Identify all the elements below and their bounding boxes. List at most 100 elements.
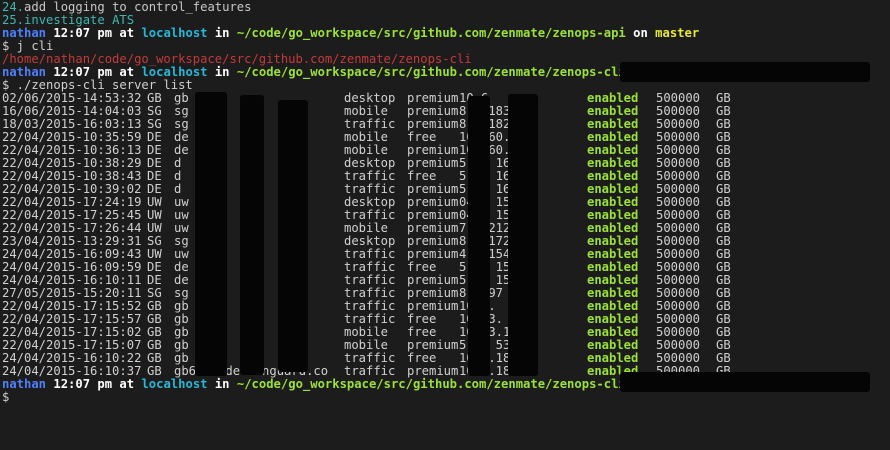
server-country: DE (147, 157, 162, 170)
redaction-mark (468, 96, 490, 376)
redaction-mark (620, 62, 870, 82)
server-country: SG (147, 118, 162, 131)
server-country: GB (147, 300, 162, 313)
server-row: 24/04/2015-16:09:59 DE de traffic free 5.10 1… (0, 261, 890, 274)
server-row: 22/04/2015-10:39:02 DE d traffic premium5.10… (0, 183, 890, 196)
server-type: desktop (344, 235, 396, 248)
prompt-in: in (214, 65, 230, 79)
history-number: 25. (2, 13, 25, 27)
server-capacity: 500000 (656, 326, 701, 339)
server-country: DE (147, 144, 162, 157)
server-unit: GB (716, 183, 731, 196)
server-plan: premium (407, 339, 459, 352)
server-plan: premium (407, 300, 459, 313)
server-row: 22/04/2015-17:26:44UWuwmobilepremium7.1 … (0, 222, 890, 235)
server-type: desktop (344, 92, 396, 105)
server-type: mobile (344, 222, 389, 235)
server-country: DE (147, 131, 162, 144)
server-status: enabled (587, 131, 639, 144)
server-plan: free (407, 313, 437, 326)
server-date: 22/04/2015-10:35:59 (2, 131, 142, 144)
server-unit: GB (716, 352, 731, 365)
server-unit: GB (716, 261, 731, 274)
server-row: 24/04/2015-16:09:43UWuwtrafficpremium4.1… (0, 248, 890, 261)
server-date: 23/04/2015-13:29:31 (2, 235, 142, 248)
server-unit: GB (716, 313, 731, 326)
server-plan: free (407, 326, 437, 339)
server-country: DE (147, 183, 162, 196)
server-date: 22/04/2015-17:15:02 (2, 326, 142, 339)
prompt-branch: master (655, 26, 700, 40)
server-row: 23/04/2015-13:29:31SGsgdesktoppremium8.1… (0, 235, 890, 248)
server-date: 24/04/2015-16:09:59 (2, 261, 142, 274)
prompt-in: in (214, 377, 230, 391)
server-status: enabled (587, 339, 639, 352)
server-status: enabled (587, 157, 639, 170)
server-country: SG (147, 235, 162, 248)
prompt-host: localhost (141, 65, 208, 79)
server-type: traffic (344, 352, 396, 365)
server-country: UW (147, 222, 162, 235)
server-unit: GB (716, 144, 731, 157)
server-capacity: 500000 (656, 274, 701, 287)
prompt-user: nathan (2, 65, 47, 79)
server-country: GB (147, 92, 162, 105)
server-date: 22/04/2015-10:39:02 (2, 183, 142, 196)
server-plan: premium (407, 248, 459, 261)
command-line[interactable]: $ (0, 391, 890, 404)
server-plan: premium (407, 196, 459, 209)
server-country: UW (147, 248, 162, 261)
prompt-user: nathan (2, 26, 47, 40)
server-type: traffic (344, 118, 396, 131)
server-status: enabled (587, 209, 639, 222)
server-date: 22/04/2015-17:15:57 (2, 313, 142, 326)
server-row: 24/04/2015-16:10:22 GB gb traffic free 10 2.1… (0, 352, 890, 365)
prompt-time: 12:07 pm (53, 65, 113, 79)
server-plan: free (407, 170, 437, 183)
server-status: enabled (587, 274, 639, 287)
server-status: enabled (587, 196, 639, 209)
prompt-time: 12:07 pm (53, 377, 113, 391)
server-row: 22/04/2015-10:38:43 DE d traffic free 5.10 16… (0, 170, 890, 183)
prompt-path: ~/code/go_workspace/src/github.com/zenma… (236, 377, 626, 391)
server-capacity: 500000 (656, 157, 701, 170)
server-capacity: 500000 (656, 92, 701, 105)
server-status: enabled (587, 248, 639, 261)
server-row: 27/05/2015-15:20:11SGsgtrafficpremium8.1… (0, 287, 890, 300)
server-status: enabled (587, 222, 639, 235)
prompt-at: at (119, 65, 135, 79)
server-plan: premium (407, 144, 459, 157)
prompt-host: localhost (141, 26, 208, 40)
server-type: traffic (344, 183, 396, 196)
server-row: 22/04/2015-17:24:19 UW uw desktop premium04.… (0, 196, 890, 209)
server-row: 22/04/2015-17:25:45 UW uw traffic premium04.… (0, 209, 890, 222)
server-unit: GB (716, 157, 731, 170)
server-capacity: 500000 (656, 222, 701, 235)
server-row: 22/04/2015-10:38:29 DE d desktop premium5.10… (0, 157, 890, 170)
server-type: traffic (344, 248, 396, 261)
prompt-path: ~/code/go_workspace/src/github.com/zenma… (236, 65, 626, 79)
server-unit: GB (716, 209, 731, 222)
server-row: 22/04/2015-17:15:02 GB gb mobile free 10 53.1… (0, 326, 890, 339)
server-status: enabled (587, 105, 639, 118)
server-unit: GB (716, 118, 731, 131)
server-capacity: 500000 (656, 131, 701, 144)
server-status: enabled (587, 326, 639, 339)
server-capacity: 500000 (656, 105, 701, 118)
server-capacity: 500000 (656, 352, 701, 365)
server-date: 22/04/2015-17:15:52 (2, 300, 142, 313)
prompt-in: in (214, 26, 230, 40)
server-unit: GB (716, 274, 731, 287)
server-row: 22/04/2015-10:35:59 DE de mobile free 10 160.… (0, 131, 890, 144)
server-plan: premium (407, 92, 459, 105)
server-unit: GB (716, 92, 731, 105)
server-type: traffic (344, 313, 396, 326)
terminal-window[interactable]: 24.add logging to control_features 25.in… (0, 0, 890, 450)
server-date: 22/04/2015-10:36:13 (2, 144, 142, 157)
server-capacity: 500000 (656, 261, 701, 274)
server-plan: premium (407, 274, 459, 287)
server-plan: free (407, 352, 437, 365)
server-type: traffic (344, 170, 396, 183)
server-capacity: 500000 (656, 248, 701, 261)
server-type: traffic (344, 261, 396, 274)
